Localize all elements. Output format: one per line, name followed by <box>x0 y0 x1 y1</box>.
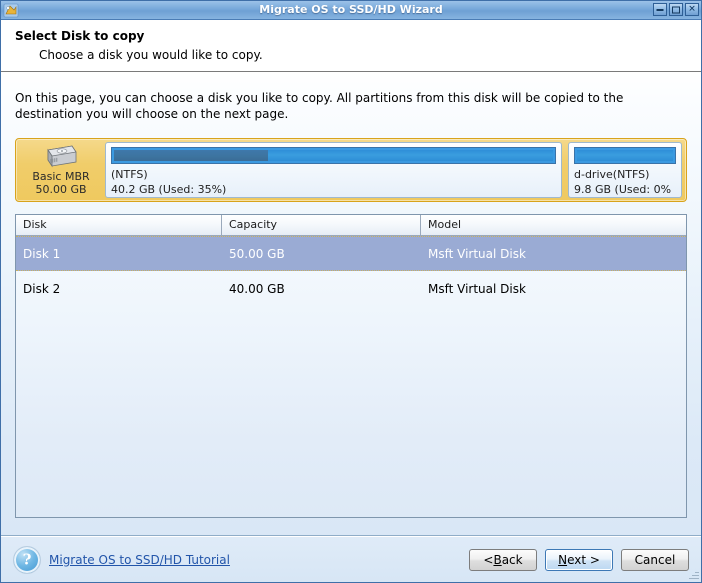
partition-block-2[interactable]: d-drive(NTFS) 9.8 GB (Used: 0% <box>568 142 682 198</box>
disk-size-label: 50.00 GB <box>35 183 87 196</box>
column-header-disk[interactable]: Disk <box>16 215 222 235</box>
back-suffix: ack <box>501 552 523 567</box>
back-accel: B <box>493 552 502 567</box>
table-row[interactable]: Disk 1 50.00 GB Msft Virtual Disk <box>16 236 686 271</box>
disk-table[interactable]: Disk Capacity Model Disk 1 50.00 GB Msft… <box>15 214 687 518</box>
disk-map[interactable]: Basic MBR 50.00 GB (NTFS) 40.2 GB (Used:… <box>15 138 687 202</box>
help-icon[interactable]: ? <box>13 545 41 574</box>
maximize-button[interactable] <box>669 3 683 16</box>
window-title: Migrate OS to SSD/HD Wizard <box>259 3 443 16</box>
page-content: On this page, you can choose a disk you … <box>1 72 701 536</box>
minimize-button[interactable] <box>653 3 667 16</box>
app-icon <box>3 3 19 18</box>
tutorial-link[interactable]: Migrate OS to SSD/HD Tutorial <box>49 553 230 567</box>
partition-size-2: 9.8 GB (Used: 0% <box>574 183 672 196</box>
column-header-capacity[interactable]: Capacity <box>222 215 421 235</box>
cell-model: Msft Virtual Disk <box>428 246 526 261</box>
page-subtitle: Choose a disk you would like to copy. <box>39 48 263 62</box>
cell-capacity: 50.00 GB <box>229 246 285 261</box>
partition-label-1: (NTFS) <box>111 168 148 181</box>
page-title: Select Disk to copy <box>15 29 145 43</box>
column-header-model[interactable]: Model <box>421 215 686 235</box>
partition-size-1: 40.2 GB (Used: 35%) <box>111 183 227 196</box>
page-header: Select Disk to copy Choose a disk you wo… <box>1 20 701 72</box>
intro-text: On this page, you can choose a disk you … <box>15 91 624 121</box>
next-button[interactable]: Next > <box>545 548 613 571</box>
cell-model: Msft Virtual Disk <box>428 281 526 296</box>
close-icon: ✕ <box>688 4 696 14</box>
cell-disk: Disk 1 <box>23 246 61 261</box>
back-prefix: < <box>483 552 494 567</box>
hard-disk-icon <box>44 144 78 168</box>
resize-grip[interactable] <box>687 569 699 581</box>
partition-label-2: d-drive(NTFS) <box>574 168 650 181</box>
disk-summary: Basic MBR 50.00 GB <box>20 142 102 198</box>
next-suffix: ext > <box>567 552 600 567</box>
partition-usage-bar-2 <box>574 147 676 164</box>
footer-buttons: < Back Next > Cancel <box>469 548 689 571</box>
partition-usage-bar-1 <box>111 147 556 164</box>
cancel-button[interactable]: Cancel <box>621 548 689 571</box>
footer-bar: ? Migrate OS to SSD/HD Tutorial < Back N… <box>1 536 701 582</box>
cell-disk: Disk 2 <box>23 281 61 296</box>
close-button[interactable]: ✕ <box>685 3 699 16</box>
cell-capacity: 40.00 GB <box>229 281 285 296</box>
wizard-window: Migrate OS to SSD/HD Wizard ✕ Select Dis… <box>0 0 702 583</box>
window-controls: ✕ <box>653 3 699 16</box>
partition-block-1[interactable]: (NTFS) 40.2 GB (Used: 35%) <box>105 142 562 198</box>
title-bar[interactable]: Migrate OS to SSD/HD Wizard ✕ <box>1 1 701 20</box>
back-button[interactable]: < Back <box>469 548 537 571</box>
table-header-row: Disk Capacity Model <box>16 215 686 236</box>
next-accel: N <box>558 552 568 567</box>
disk-type-label: Basic MBR <box>32 170 90 183</box>
table-row[interactable]: Disk 2 40.00 GB Msft Virtual Disk <box>16 271 686 306</box>
